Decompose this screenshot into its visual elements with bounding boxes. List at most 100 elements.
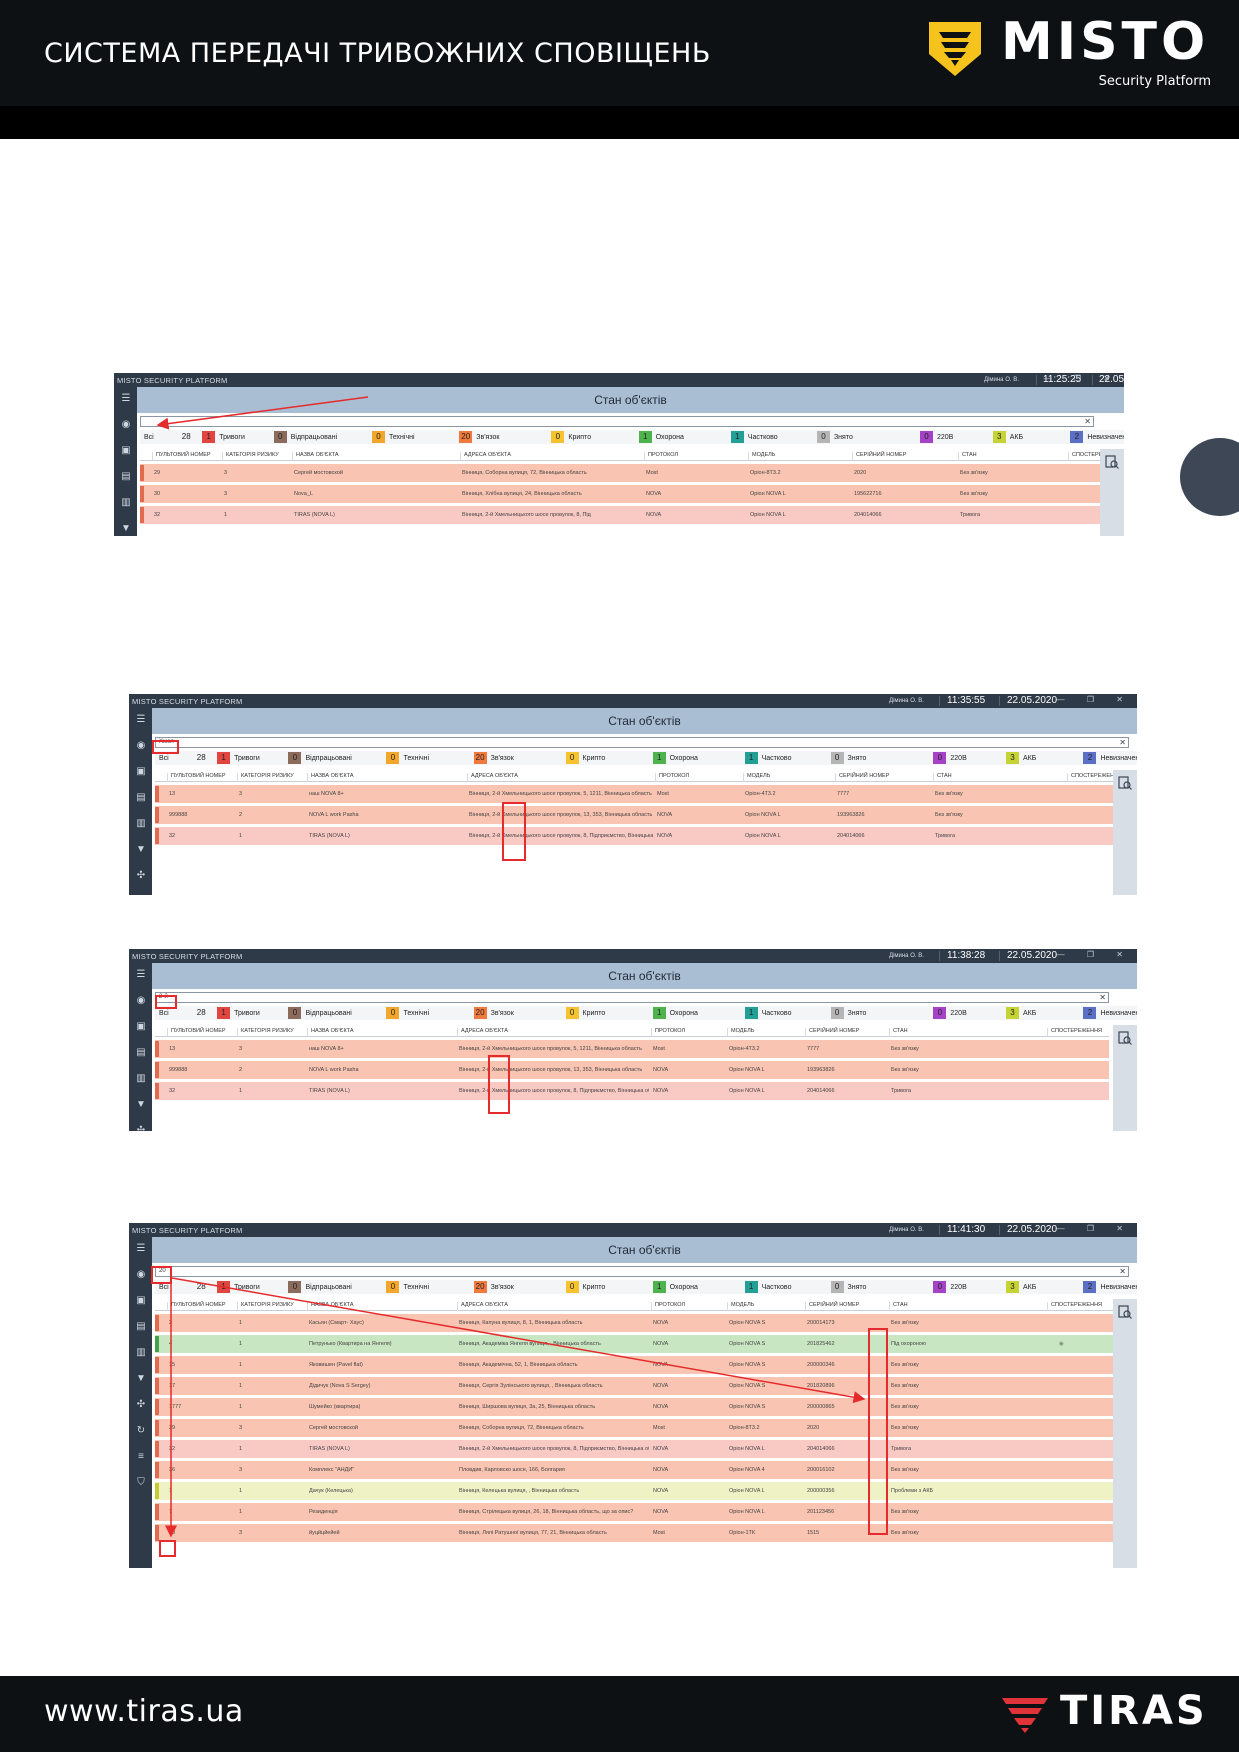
sidebar-export-icon[interactable]: ▥ [120, 497, 132, 509]
object-card-icon[interactable] [1118, 776, 1132, 790]
sidebar-export-icon[interactable]: ▥ [135, 1073, 147, 1085]
column-header[interactable]: СПОСТЕРЕЖЕННЯ [1047, 1028, 1102, 1037]
status-filter-9[interactable]: 0 220В [933, 752, 967, 764]
status-filter-11[interactable]: 2Невизначено [1083, 1007, 1137, 1019]
column-header[interactable]: НАЗВА ОБ'ЄКТА [307, 773, 354, 782]
status-filter-6[interactable]: 1 Охорона [652, 752, 698, 764]
status-filter-11[interactable]: 2Невизначено [1083, 752, 1137, 764]
status-filter-4[interactable]: 20 Зв'язок [473, 1281, 514, 1293]
column-header[interactable]: СТАН [889, 1028, 908, 1037]
column-header[interactable]: ПРОТОКОЛ [651, 1028, 685, 1037]
search-input[interactable]: ✕ [140, 416, 1094, 427]
status-filter-5[interactable]: 0 Крипто [565, 1281, 605, 1293]
status-filter-7[interactable]: 1 Частково [730, 431, 778, 443]
sidebar-menu-icon[interactable]: ☰ [135, 714, 147, 726]
column-header[interactable]: СЕРІЙНИЙ НОМЕР [835, 773, 889, 782]
column-header[interactable]: КАТЕГОРІЯ РИЗИКУ [237, 1302, 294, 1311]
table-row[interactable]: 15 1 Яковишен (Pavel flat) Вінниця, Академі… [155, 1356, 1115, 1374]
user-name[interactable]: Дімина О. В. [889, 698, 924, 704]
status-filter-11[interactable]: 2Невизначено [1083, 1281, 1137, 1293]
search-clear-icon[interactable]: ✕ [1119, 738, 1126, 747]
status-filter-2[interactable]: 0 Відпрацьовані [273, 431, 337, 443]
table-row[interactable]: 4 1 Петрунько (Квартира на Янгеля) Вінниця,… [155, 1335, 1115, 1353]
column-header[interactable]: МОДЕЛЬ [743, 773, 770, 782]
status-filter-4[interactable]: 20 Зв'язок [473, 1007, 514, 1019]
sidebar-report-icon[interactable]: ▤ [135, 1047, 147, 1059]
column-header[interactable]: СЕРІЙНИЙ НОМЕР [805, 1028, 859, 1037]
sidebar-history-icon[interactable]: ↻ [135, 1425, 147, 1437]
status-filter-3[interactable]: 0 Технічні [386, 1007, 429, 1019]
status-filter-2[interactable]: 0 Відпрацьовані [288, 752, 352, 764]
user-name[interactable]: Дімина О. В. [889, 953, 924, 959]
search-clear-icon[interactable]: ✕ [1084, 417, 1091, 426]
object-card-icon[interactable] [1105, 455, 1119, 469]
sidebar-shield-icon[interactable]: ▼ [135, 1099, 147, 1111]
column-header[interactable]: МОДЕЛЬ [727, 1302, 754, 1311]
sidebar-map-icon[interactable]: ▣ [120, 445, 132, 457]
sidebar-menu-icon[interactable]: ☰ [120, 393, 132, 405]
status-filter-7[interactable]: 1 Частково [744, 752, 791, 764]
column-header[interactable]: НАЗВА ОБ'ЄКТА [307, 1028, 354, 1037]
table-row[interactable]: 1777 1 Шумейко (квартира) Вінниця, Ширшова … [155, 1398, 1115, 1416]
column-header[interactable]: СТАН [933, 773, 952, 782]
status-filter-10[interactable]: 3 АКБ [1006, 1281, 1036, 1293]
column-header[interactable]: ПУЛЬТОВИЙ НОМЕР [152, 452, 211, 461]
table-row[interactable]: 13 3 наш NOVA 8+ Вінниця, 2-й Хмельницького… [155, 1040, 1109, 1058]
table-row[interactable]: 32 1 TIRAS (NOVA L) Вінниця, 2-й Хмельницьк… [155, 827, 1115, 845]
status-filter-7[interactable]: 1 Частково [744, 1007, 791, 1019]
status-filter-10[interactable]: 3 АКБ [1006, 752, 1036, 764]
window-control-buttons[interactable]: — ❐ ✕ [1057, 950, 1133, 959]
column-header[interactable]: НАЗВА ОБ'ЄКТА [292, 452, 339, 461]
sidebar-eye-icon[interactable]: ◉ [135, 995, 147, 1007]
search-clear-icon[interactable]: ✕ [1119, 1267, 1126, 1276]
status-filter-1[interactable]: 1 Тривоги [202, 431, 245, 443]
sidebar-network-icon[interactable]: ✣ [135, 1399, 147, 1411]
status-filter-9[interactable]: 0 220В [933, 1007, 967, 1019]
sidebar-menu-icon[interactable]: ☰ [135, 969, 147, 981]
column-header[interactable]: СЕРІЙНИЙ НОМЕР [805, 1302, 859, 1311]
status-filter-2[interactable]: 0 Відпрацьовані [288, 1007, 352, 1019]
column-header[interactable]: ПУЛЬТОВИЙ НОМЕР [167, 773, 226, 782]
status-filter-4[interactable]: 20 Зв'язок [459, 431, 499, 443]
status-filter-2[interactable]: 0 Відпрацьовані [288, 1281, 352, 1293]
column-header[interactable]: АДРЕСА ОБ'ЄКТА [457, 1028, 508, 1037]
table-row[interactable]: 29 3 Сергей мостовской Вінниця, Соборна вул… [155, 1419, 1115, 1437]
status-filter-0[interactable]: Всі 28 [144, 431, 197, 443]
table-row[interactable]: 36 3 Комплекс "АНДИ" Пловдив, Карловско шос… [155, 1461, 1115, 1479]
window-control-buttons[interactable]: — ❐ ✕ [1044, 374, 1120, 383]
sidebar-settings-shield-icon[interactable]: ⛉ [135, 1477, 147, 1489]
sidebar-menu-icon[interactable]: ☰ [135, 1243, 147, 1255]
column-header[interactable]: АДРЕСА ОБ'ЄКТА [460, 452, 511, 461]
status-filter-8[interactable]: 0 Знято [830, 752, 866, 764]
sidebar-eye-icon[interactable]: ◉ [135, 1269, 147, 1281]
search-input[interactable]: 2-й ✕ [155, 992, 1109, 1003]
table-row[interactable]: 29 3 Сергей мостовской Вінниця, Соборна вул… [140, 464, 1106, 482]
user-name[interactable]: Дімина О. В. [984, 377, 1019, 383]
status-filter-5[interactable]: 0 Крипто [551, 431, 591, 443]
sidebar-list-icon[interactable]: ≡ [135, 1451, 147, 1463]
sidebar-map-icon[interactable]: ▣ [135, 1021, 147, 1033]
column-header[interactable]: НАЗВА ОБ'ЄКТА [307, 1302, 354, 1311]
table-row[interactable]: 30 3 Nova_L Вінниця, Хлібна вулиця, 24, Він… [140, 485, 1106, 503]
status-filter-8[interactable]: 0 Знято [816, 431, 853, 443]
window-control-buttons[interactable]: — ❐ ✕ [1057, 695, 1133, 704]
column-header[interactable]: КАТЕГОРІЯ РИЗИКУ [237, 773, 294, 782]
search-input[interactable]: Хмел ✕ [155, 737, 1129, 748]
column-header[interactable]: ПРОТОКОЛ [644, 452, 678, 461]
column-header[interactable]: АДРЕСА ОБ'ЄКТА [467, 773, 518, 782]
sidebar-export-icon[interactable]: ▥ [135, 818, 147, 830]
status-filter-11[interactable]: 2Невизначено [1070, 431, 1124, 443]
sidebar-network-icon[interactable]: ✣ [135, 1125, 147, 1131]
column-header[interactable]: ПУЛЬТОВИЙ НОМЕР [167, 1302, 226, 1311]
column-header[interactable]: АДРЕСА ОБ'ЄКТА [457, 1302, 508, 1311]
column-header[interactable]: СТАН [958, 452, 977, 461]
column-header[interactable]: ПРОТОКОЛ [651, 1302, 685, 1311]
table-row[interactable]: 999888 2 NOVA L work Pasha Вінниця, 2-й Хме… [155, 1061, 1109, 1079]
sidebar-export-icon[interactable]: ▥ [135, 1347, 147, 1359]
sidebar-shield-icon[interactable]: ▼ [135, 844, 147, 856]
status-filter-6[interactable]: 1 Охорона [652, 1281, 698, 1293]
column-header[interactable]: СЕРІЙНИЙ НОМЕР [852, 452, 906, 461]
column-header[interactable]: ПРОТОКОЛ [655, 773, 689, 782]
sidebar-shield-icon[interactable]: ▼ [120, 523, 132, 535]
status-filter-5[interactable]: 0 Крипто [565, 1007, 605, 1019]
